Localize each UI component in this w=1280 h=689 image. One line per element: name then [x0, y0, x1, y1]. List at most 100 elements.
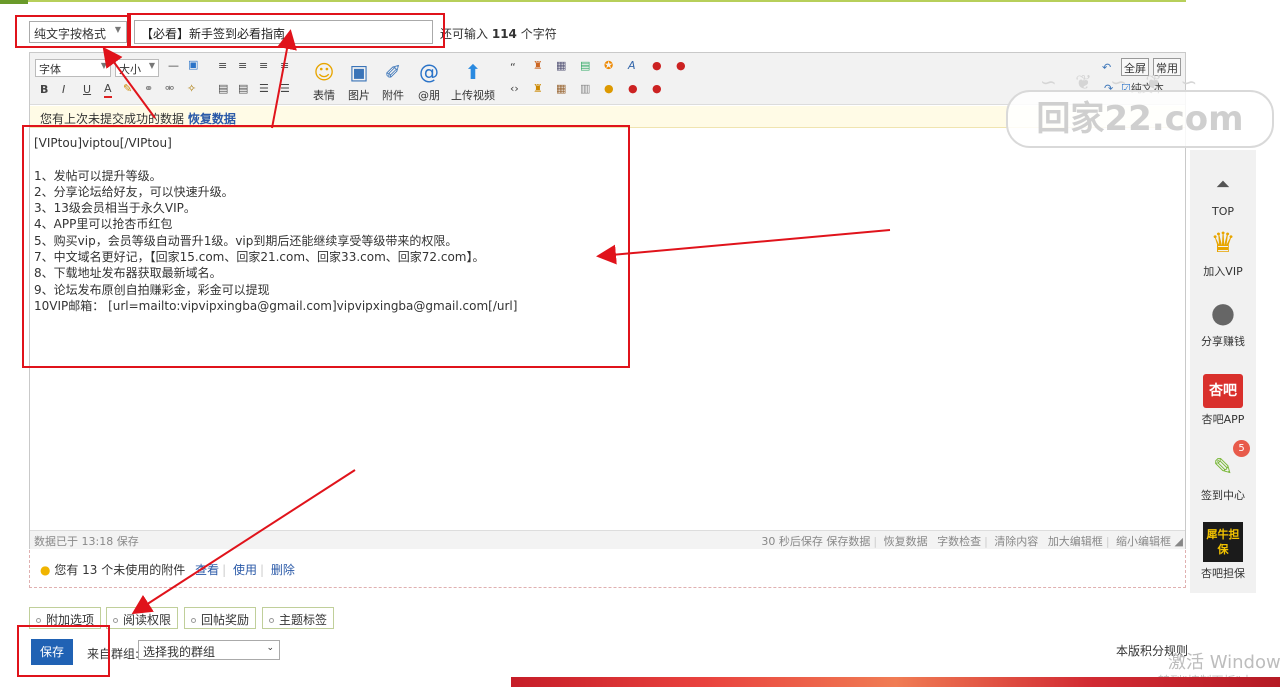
- sidebar-label: TOP: [1211, 205, 1234, 218]
- highlight-icon[interactable]: ✎: [123, 82, 132, 96]
- italic-icon[interactable]: I: [62, 83, 65, 97]
- post-icon[interactable]: ▦: [556, 82, 566, 96]
- align-right-icon[interactable]: ≡: [259, 59, 268, 73]
- money-bag-icon: ●: [1210, 296, 1236, 329]
- hide-icon[interactable]: ▦: [556, 59, 566, 73]
- horizontal-rule-icon[interactable]: —: [168, 59, 179, 73]
- grid-icon[interactable]: ▥: [580, 82, 590, 96]
- chevron-down-icon: ▼: [100, 61, 107, 70]
- view-attachments-link[interactable]: 查看: [195, 563, 219, 577]
- attach-count: 13: [82, 563, 98, 577]
- image-icon: ▣: [349, 60, 369, 84]
- qq-icon-3[interactable]: ●: [628, 82, 638, 96]
- remaining-prefix: 还可输入: [440, 27, 489, 41]
- sidebar-label: 加入VIP: [1203, 265, 1243, 278]
- table-icon[interactable]: ▤: [580, 59, 590, 73]
- site-watermark: 回家22.com: [1006, 90, 1274, 148]
- restore-notice-text: 您有上次未提交成功的数据: [40, 112, 185, 126]
- tab-label: 阅读权限: [123, 613, 172, 627]
- resize-handle-icon[interactable]: ◢: [1175, 535, 1183, 548]
- font-size-select[interactable]: 大小 ▼: [115, 59, 159, 77]
- sidebar-item-top[interactable]: ⏶ TOP: [1190, 168, 1256, 218]
- sidebar-label: 分享赚钱: [1201, 335, 1245, 348]
- sidebar-item-signin[interactable]: ✎ 签到中心: [1190, 450, 1256, 503]
- sidebar-item-share[interactable]: ● 分享赚钱: [1190, 296, 1256, 349]
- chevron-down-icon: ▼: [148, 61, 155, 70]
- pay-icon[interactable]: ♜: [533, 59, 543, 73]
- top-accent-line: [0, 0, 1186, 2]
- align-left-icon[interactable]: ≡: [218, 59, 227, 73]
- unlink-icon[interactable]: ⚮: [165, 82, 174, 96]
- qq-icon[interactable]: ●: [652, 59, 662, 73]
- font-color-icon[interactable]: A: [104, 82, 112, 98]
- unordered-list-icon[interactable]: ☰: [280, 82, 290, 96]
- group-select[interactable]: 选择我的群组 ⌄: [138, 640, 280, 660]
- qq-icon-4[interactable]: ●: [652, 82, 662, 96]
- restore-data-link-2[interactable]: 恢复数据: [884, 535, 928, 548]
- signin-icon: ✎: [1212, 453, 1234, 481]
- status-actions: 30 秒后保存 保存数据 | 恢复数据 字数检查 | 清除内容 加大编辑框 | 缩小编…: [761, 535, 1183, 548]
- image-label: 图片: [348, 89, 370, 102]
- link-icon[interactable]: ⚭: [144, 82, 153, 96]
- top-icon: ⏶: [1215, 174, 1231, 195]
- app-icon: 杏吧: [1203, 374, 1243, 408]
- clear-format-icon[interactable]: ✧: [187, 82, 196, 96]
- chevron-down-icon: ⌄: [266, 643, 274, 653]
- quote-icon[interactable]: “: [510, 61, 516, 75]
- float-left-icon[interactable]: ▤: [218, 82, 228, 96]
- tab-reply-reward[interactable]: 回帖奖励: [184, 607, 257, 629]
- attach-label: 附件: [382, 89, 404, 102]
- attach-icon: ✐: [384, 60, 402, 84]
- medal-icon[interactable]: ✪: [604, 59, 613, 73]
- attach-button[interactable]: ✐ 附件: [376, 59, 410, 103]
- editor-statusbar: 数据已于 13:18 保存 30 秒后保存 保存数据 | 恢复数据 字数检查 | 清…: [30, 530, 1185, 549]
- enlarge-editor-link[interactable]: 加大编辑框: [1048, 535, 1103, 548]
- align-center-icon[interactable]: ≡: [238, 59, 247, 73]
- underline-icon[interactable]: U: [83, 83, 91, 97]
- guarantee-icon: 犀牛担保: [1203, 522, 1243, 562]
- word-count-link[interactable]: 字数检查: [937, 535, 981, 548]
- delete-attachments-link[interactable]: 删除: [271, 563, 295, 577]
- annotation-box-save: [17, 625, 110, 677]
- sidebar-item-guarantee[interactable]: 犀牛担保 杏吧担保: [1190, 522, 1256, 581]
- ordered-list-icon[interactable]: ☰: [259, 82, 269, 96]
- sidebar-item-vip[interactable]: ♛ 加入VIP: [1190, 226, 1256, 279]
- float-right-icon[interactable]: ▤: [238, 82, 248, 96]
- save-data-link[interactable]: 保存数据: [826, 535, 870, 548]
- font-size-select-value: 大小: [119, 63, 141, 76]
- attach-prefix: 您有: [54, 563, 79, 577]
- background-color-icon[interactable]: ▣: [188, 58, 198, 72]
- sidebar-label: 杏吧担保: [1201, 567, 1245, 580]
- emoji-button[interactable]: ☺ 表情: [307, 59, 341, 103]
- upload-label: 上传视频: [451, 89, 495, 102]
- tab-read-permission[interactable]: 阅读权限: [106, 607, 179, 629]
- remaining-chars: 还可输入 114 个字符: [440, 25, 557, 42]
- at-label: @朋: [418, 89, 440, 102]
- annotation-box-title: [127, 13, 445, 48]
- tab-label: 回帖奖励: [201, 613, 250, 627]
- font-family-select[interactable]: 字体 ▼: [35, 59, 111, 77]
- bg-icon[interactable]: ●: [604, 82, 614, 96]
- sidebar-item-app[interactable]: 杏吧 杏吧APP: [1190, 374, 1256, 427]
- qq-icon-2[interactable]: ●: [676, 59, 686, 73]
- signin-badge: 5: [1233, 440, 1250, 457]
- lock-icon[interactable]: ♜: [533, 82, 543, 96]
- bold-icon[interactable]: B: [40, 83, 48, 97]
- tab-dot-icon: [36, 618, 41, 623]
- top-accent-tick: [0, 0, 28, 4]
- upload-video-button[interactable]: ⬆ 上传视频: [449, 59, 497, 103]
- font-style-icon[interactable]: A: [628, 59, 636, 73]
- use-attachments-link[interactable]: 使用: [233, 563, 257, 577]
- bottom-banner-ad[interactable]: [511, 677, 1280, 687]
- at-button[interactable]: @ @朋: [412, 59, 446, 103]
- align-justify-icon[interactable]: ≡: [280, 59, 289, 73]
- restore-data-link[interactable]: 恢复数据: [188, 112, 236, 126]
- bulb-icon: ●: [40, 563, 51, 577]
- tab-topic-tags[interactable]: 主题标签: [262, 607, 335, 629]
- tab-dot-icon: [191, 618, 196, 623]
- code-icon[interactable]: ‹›: [510, 82, 519, 96]
- image-button[interactable]: ▣ 图片: [342, 59, 376, 103]
- attach-suffix: 个未使用的附件: [101, 563, 186, 577]
- shrink-editor-link[interactable]: 缩小编辑框: [1116, 535, 1171, 548]
- clear-content-link[interactable]: 清除内容: [994, 535, 1038, 548]
